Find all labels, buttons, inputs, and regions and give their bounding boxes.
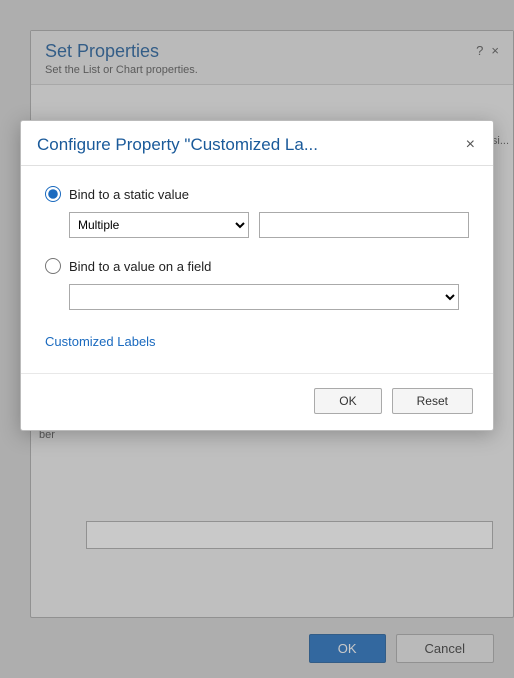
field-value-label: Bind to a value on a field [69, 259, 211, 274]
field-value-controls [69, 284, 469, 310]
field-value-dropdown[interactable] [69, 284, 459, 310]
modal-reset-button[interactable]: Reset [392, 388, 473, 414]
static-value-label: Bind to a static value [69, 187, 189, 202]
modal-body: Bind to a static value Multiple Single N… [21, 166, 493, 373]
static-value-option-row: Bind to a static value [45, 186, 469, 202]
modal-close-button[interactable]: × [464, 137, 477, 153]
modal-title: Configure Property "Customized La... [37, 135, 318, 155]
field-value-radio[interactable] [45, 258, 61, 274]
static-value-radio[interactable] [45, 186, 61, 202]
customized-labels-link[interactable]: Customized Labels [45, 334, 156, 349]
static-value-dropdown[interactable]: Multiple Single None [69, 212, 249, 238]
static-value-text-input[interactable] [259, 212, 469, 238]
modal-ok-button[interactable]: OK [314, 388, 381, 414]
configure-property-modal: Configure Property "Customized La... × B… [20, 120, 494, 431]
modal-footer: OK Reset [21, 373, 493, 430]
field-value-option-row: Bind to a value on a field [45, 258, 469, 274]
static-value-controls: Multiple Single None [69, 212, 469, 238]
modal-header: Configure Property "Customized La... × [21, 121, 493, 166]
